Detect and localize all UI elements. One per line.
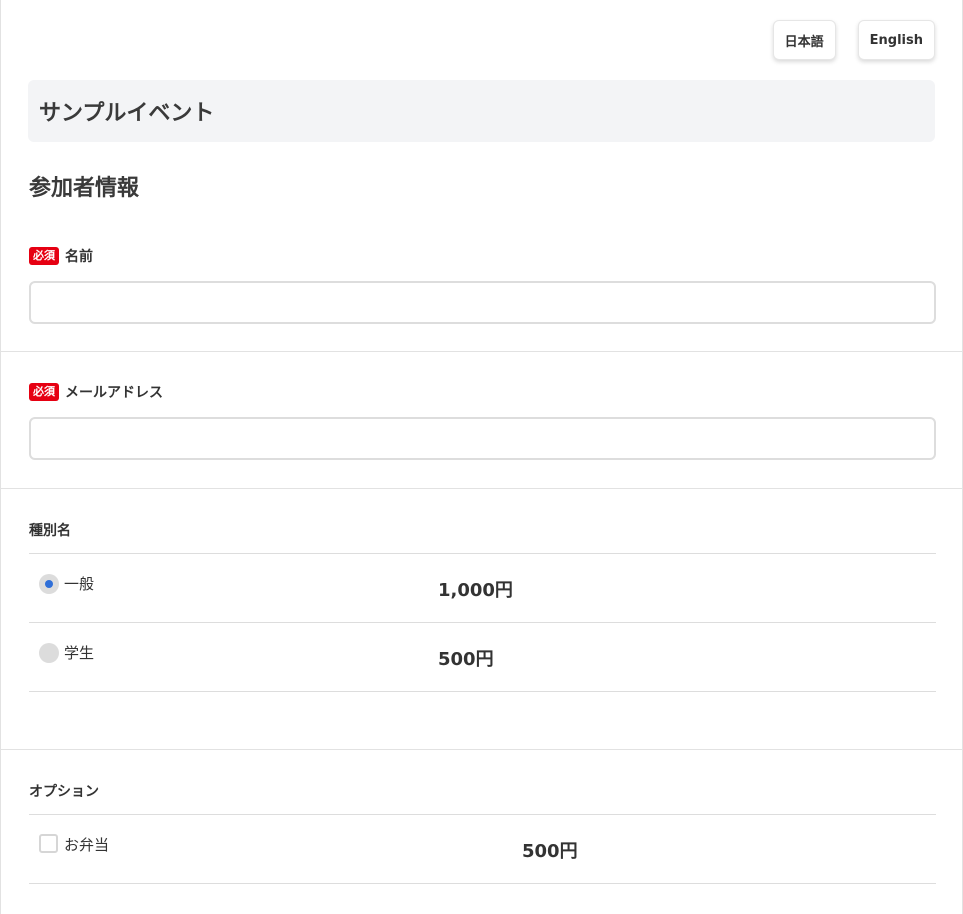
- name-label: 名前: [65, 249, 93, 265]
- option-item-name: お弁当: [64, 836, 110, 854]
- required-badge: 必須: [29, 383, 59, 401]
- ticket-option-student[interactable]: 学生 500円: [29, 623, 936, 691]
- email-input[interactable]: [29, 417, 936, 460]
- name-input[interactable]: [29, 281, 936, 324]
- email-label-row: 必須 メールアドレス: [29, 382, 163, 402]
- row-divider: [29, 691, 936, 692]
- event-title-box: サンプルイベント: [28, 80, 935, 142]
- options-label: オプション: [29, 784, 99, 800]
- ticket-type-label: 種別名: [29, 523, 71, 539]
- ticket-option-general[interactable]: 一般 1,000円: [29, 554, 936, 622]
- registration-form-page: 日本語 English サンプルイベント 参加者情報 必須 名前 必須 メールア…: [0, 0, 963, 914]
- event-title: サンプルイベント: [39, 101, 215, 126]
- ticket-option-name: 学生: [64, 644, 95, 662]
- radio-unselected-icon[interactable]: [39, 643, 59, 663]
- ticket-option-price: 500円: [438, 649, 494, 670]
- required-badge: 必須: [29, 247, 59, 265]
- participant-info-heading: 参加者情報: [29, 176, 140, 201]
- ticket-option-price: 1,000円: [438, 580, 513, 601]
- email-label: メールアドレス: [65, 385, 163, 401]
- section-divider: [1, 488, 963, 489]
- radio-selected-icon[interactable]: [39, 574, 59, 594]
- row-divider: [29, 883, 936, 884]
- option-item-bento[interactable]: お弁当 500円: [29, 815, 936, 883]
- checkbox-unchecked-icon[interactable]: [39, 834, 58, 853]
- section-divider: [1, 749, 963, 750]
- option-item-price: 500円: [522, 841, 578, 862]
- name-label-row: 必須 名前: [29, 246, 93, 266]
- japanese-language-button[interactable]: 日本語: [772, 20, 836, 60]
- section-divider: [1, 351, 963, 352]
- language-switcher: 日本語 English: [772, 20, 935, 60]
- english-language-button[interactable]: English: [857, 20, 935, 60]
- ticket-option-name: 一般: [64, 575, 95, 593]
